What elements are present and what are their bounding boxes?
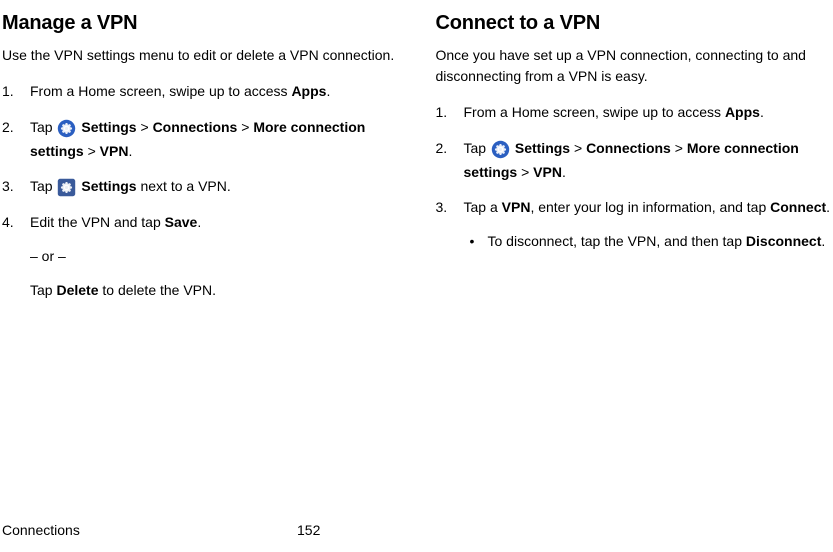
step-text: Edit the VPN and tap bbox=[30, 214, 165, 230]
step-2: Tap Settings > Connections > More connec… bbox=[2, 116, 400, 164]
section-title-connect: Connect to a VPN bbox=[436, 12, 833, 35]
step-text: . bbox=[826, 199, 830, 215]
steps-connect: From a Home screen, swipe up to access A… bbox=[436, 101, 833, 254]
intro-connect: Once you have set up a VPN connection, c… bbox=[436, 45, 833, 87]
step-text: Tap bbox=[30, 119, 56, 135]
breadcrumb-sep: > bbox=[570, 140, 586, 156]
step-text: Tap bbox=[30, 178, 56, 194]
bullet-text: . bbox=[821, 233, 825, 249]
step-1: From a Home screen, swipe up to access A… bbox=[2, 80, 400, 104]
breadcrumb-sep: > bbox=[517, 164, 533, 180]
step-1: From a Home screen, swipe up to access A… bbox=[436, 101, 833, 125]
step-text: . bbox=[128, 143, 132, 159]
bullet-text: To disconnect, tap the VPN, and then tap bbox=[488, 233, 746, 249]
breadcrumb-sep: > bbox=[671, 140, 687, 156]
vpn-label: VPN bbox=[502, 199, 531, 215]
step-text: . bbox=[326, 83, 330, 99]
step-text: Tap bbox=[464, 140, 490, 156]
connections-label: Connections bbox=[153, 119, 238, 135]
sub-bullet: To disconnect, tap the VPN, and then tap… bbox=[464, 230, 833, 254]
breadcrumb-sep: > bbox=[84, 143, 100, 159]
or-separator: – or – bbox=[30, 245, 400, 269]
apps-label: Apps bbox=[291, 83, 326, 99]
step-2: Tap Settings > Connections > More connec… bbox=[436, 137, 833, 185]
step-4: Edit the VPN and tap Save. – or – Tap De… bbox=[2, 211, 400, 302]
section-title-manage: Manage a VPN bbox=[2, 12, 400, 35]
settings-label: Settings bbox=[77, 178, 136, 194]
vpn-label: VPN bbox=[100, 143, 129, 159]
settings-label: Settings bbox=[77, 119, 136, 135]
steps-manage: From a Home screen, swipe up to access A… bbox=[2, 80, 400, 303]
step-text: , enter your log in information, and tap bbox=[530, 199, 770, 215]
step-text: . bbox=[760, 104, 764, 120]
connections-label: Connections bbox=[586, 140, 671, 156]
delete-label: Delete bbox=[56, 282, 98, 298]
step-text: Tap bbox=[30, 282, 56, 298]
footer-spacer bbox=[564, 522, 831, 538]
right-column: Connect to a VPN Once you have set up a … bbox=[436, 12, 833, 315]
footer-page-number: 152 bbox=[269, 522, 564, 538]
apps-label: Apps bbox=[725, 104, 760, 120]
step-text: From a Home screen, swipe up to access bbox=[464, 104, 725, 120]
step-3: Tap Settings next to a VPN. bbox=[2, 175, 400, 199]
step-3: Tap a VPN, enter your log in information… bbox=[436, 196, 833, 254]
connect-label: Connect bbox=[770, 199, 826, 215]
footer-section: Connections bbox=[2, 522, 269, 538]
disconnect-label: Disconnect bbox=[746, 233, 821, 249]
settings-label: Settings bbox=[511, 140, 570, 156]
settings-icon bbox=[57, 119, 76, 138]
step-text: Tap a bbox=[464, 199, 502, 215]
breadcrumb-sep: > bbox=[137, 119, 153, 135]
settings-icon bbox=[491, 140, 510, 159]
intro-manage: Use the VPN settings menu to edit or del… bbox=[2, 45, 400, 66]
gear-square-icon bbox=[57, 178, 76, 197]
step-text: to delete the VPN. bbox=[99, 282, 217, 298]
save-label: Save bbox=[165, 214, 198, 230]
step-text: . bbox=[197, 214, 201, 230]
step-text: . bbox=[562, 164, 566, 180]
step-alt: Tap Delete to delete the VPN. bbox=[30, 279, 400, 303]
step-text: From a Home screen, swipe up to access bbox=[30, 83, 291, 99]
breadcrumb-sep: > bbox=[237, 119, 253, 135]
vpn-label: VPN bbox=[533, 164, 562, 180]
page-footer: Connections 152 bbox=[2, 522, 831, 538]
left-column: Manage a VPN Use the VPN settings menu t… bbox=[2, 12, 400, 315]
step-text: next to a VPN. bbox=[137, 178, 231, 194]
